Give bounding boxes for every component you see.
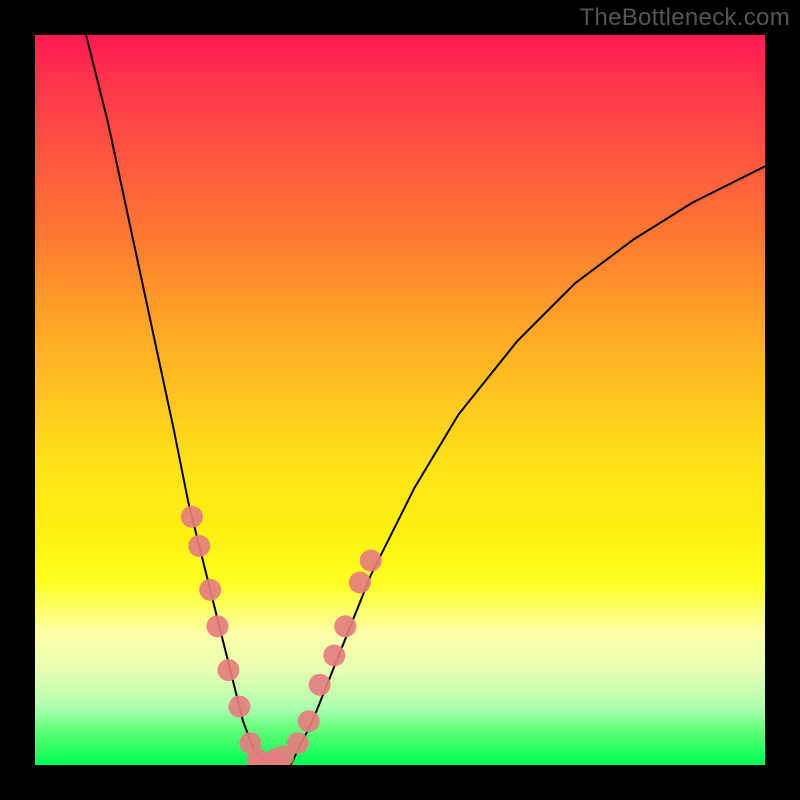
chart-frame: TheBottleneck.com <box>0 0 800 800</box>
watermark-text: TheBottleneck.com <box>579 4 790 32</box>
plot-background <box>35 35 765 765</box>
